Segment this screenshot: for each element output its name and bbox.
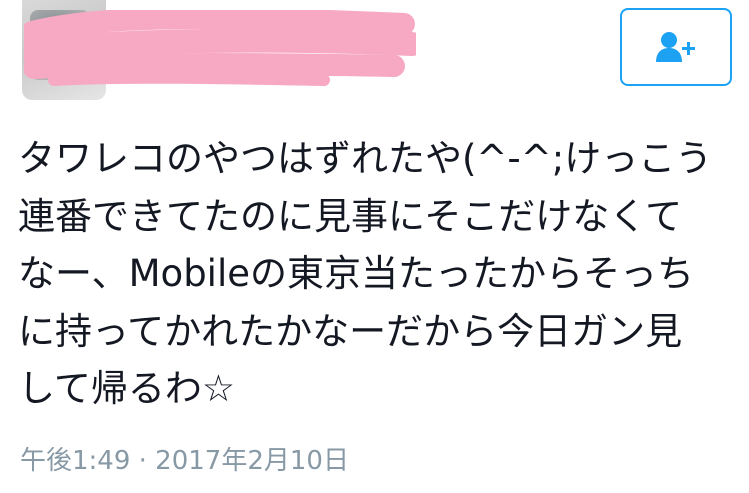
tweet-text: タワレコのやつはずれたや(^-^;けっこう 連番できてたのに見事にそこだけなくて…: [18, 130, 718, 418]
follow-button[interactable]: [620, 8, 732, 86]
redaction-scribble: [24, 10, 416, 86]
tweet-line: 連番できてたのに見事にそこだけなくて: [18, 194, 683, 238]
tweet-line: に持ってかれたかなーだから今日ガン見: [18, 309, 683, 353]
tweet-line: して帰るわ☆: [18, 367, 236, 410]
tweet-line: タワレコのやつはずれたや(^-^;けっこう: [18, 137, 713, 180]
tweet-header: [0, 0, 749, 110]
tweet-timestamp[interactable]: 午後1:49 · 2017年2月10日: [20, 440, 349, 477]
add-user-icon: [656, 32, 695, 62]
tweet-line: なー、Mobileの東京当たったからそっち: [18, 252, 694, 295]
